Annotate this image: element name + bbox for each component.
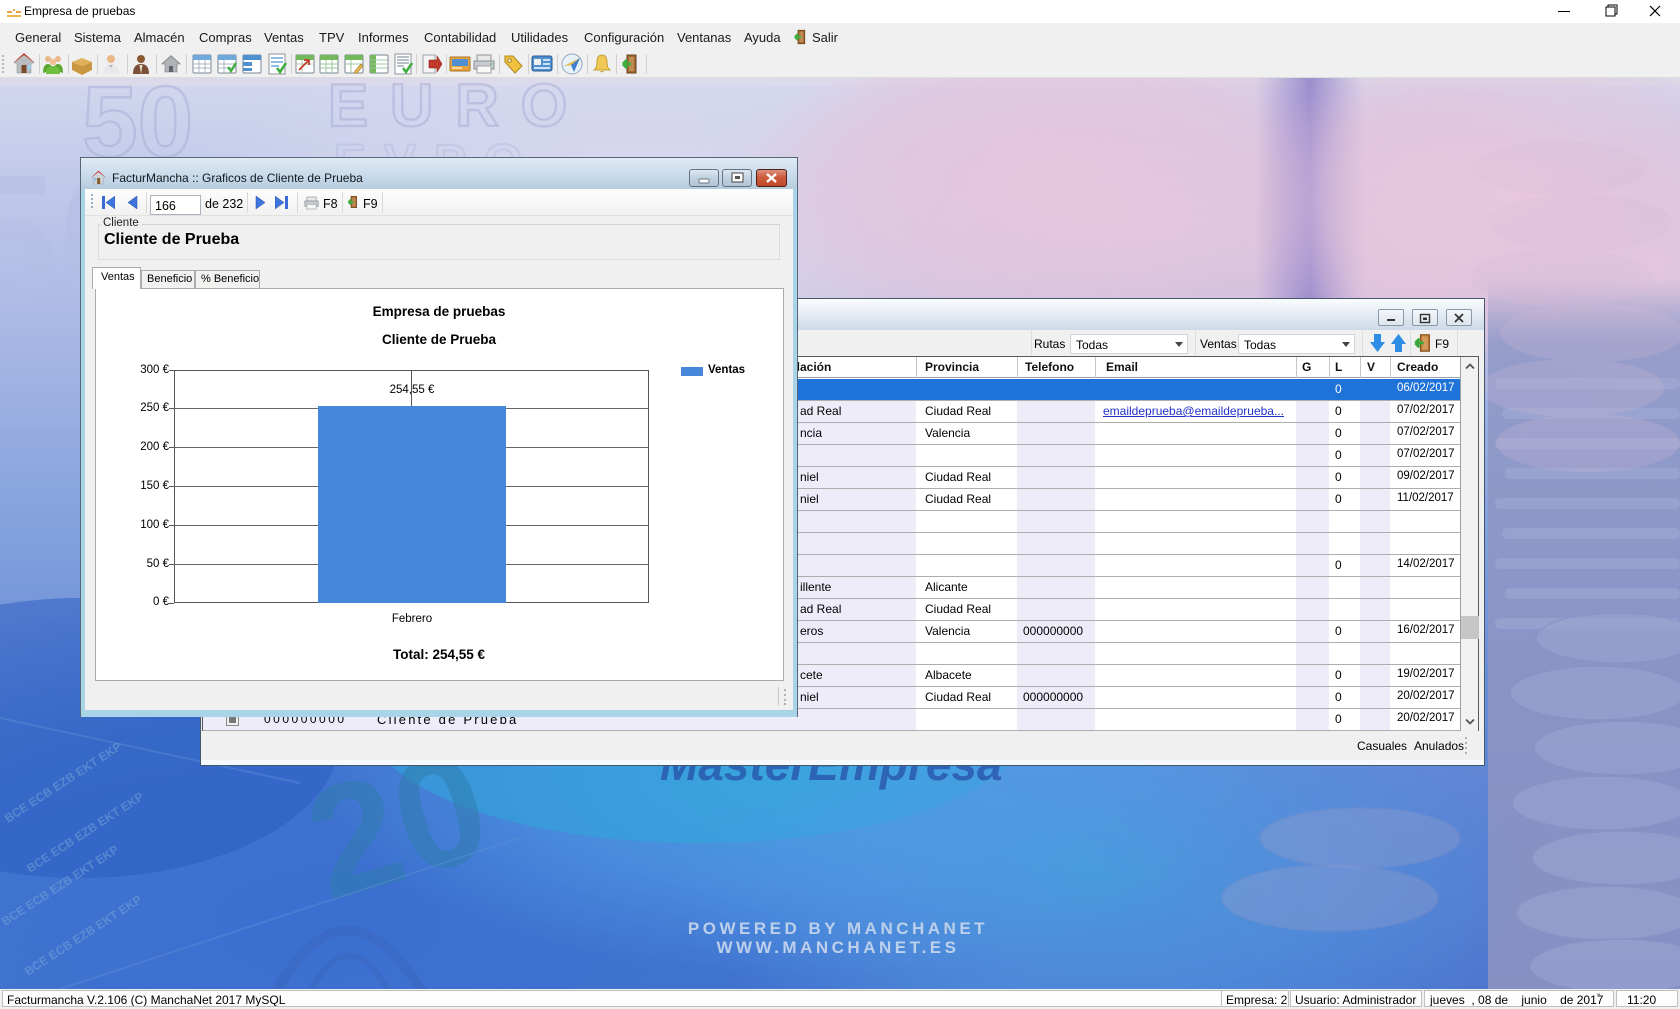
svg-text:POWERED BY MANCHANET: POWERED BY MANCHANET (688, 919, 988, 938)
svg-text:EURO: EURO (328, 78, 589, 139)
svg-text:WWW.MANCHANET.ES: WWW.MANCHANET.ES (717, 938, 960, 957)
